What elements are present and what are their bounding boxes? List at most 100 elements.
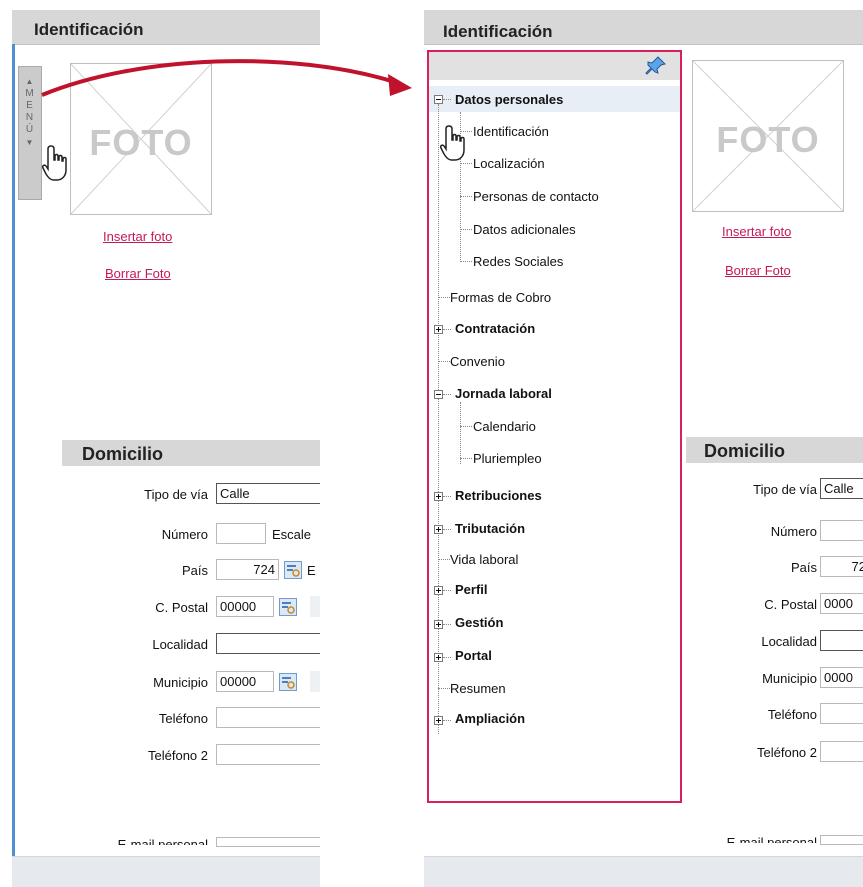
email-label: E-mail personal (117, 837, 208, 845)
tree-connector (460, 426, 472, 427)
numero-input[interactable] (820, 520, 863, 541)
tree-item-identificacion[interactable]: Identificación (473, 124, 549, 139)
expand-icon[interactable] (434, 586, 443, 595)
pin-icon[interactable] (644, 56, 666, 76)
tree-connector (443, 394, 451, 395)
pais-label: País (181, 563, 208, 578)
numero-label: Número (161, 527, 208, 542)
pais-input[interactable]: 72 (820, 556, 863, 577)
telefono2-label: Teléfono 2 (757, 745, 817, 760)
pais-label: País (790, 560, 817, 575)
tree-item-ampliacion[interactable]: Ampliación (455, 711, 525, 726)
tree-item-pluriempleo[interactable]: Pluriempleo (473, 451, 542, 466)
email-input[interactable] (820, 835, 863, 845)
tree-item-contratacion[interactable]: Contratación (455, 321, 535, 336)
tree-item-portal[interactable]: Portal (455, 648, 492, 663)
municipio-description (310, 671, 320, 692)
cpostal-input[interactable]: 0000 (820, 593, 863, 614)
pais-description: E (307, 563, 316, 578)
municipio-label: Municipio (153, 675, 208, 690)
tipo-via-label: Tipo de vía (144, 487, 208, 502)
left-accent-line (12, 44, 15, 887)
localidad-label: Localidad (152, 637, 208, 652)
right-photo-placeholder: FOTO (692, 60, 844, 212)
expand-icon[interactable] (434, 525, 443, 534)
tree-item-convenio[interactable]: Convenio (450, 354, 505, 369)
tipo-via-input[interactable]: Calle (216, 483, 320, 504)
tree-connector (443, 529, 451, 530)
tree-item-datos-personales[interactable]: Datos personales (455, 92, 563, 107)
tree-item-redes-sociales[interactable]: Redes Sociales (473, 254, 563, 269)
right-header-title: Identificación (443, 22, 553, 41)
lookup-icon[interactable] (279, 673, 297, 691)
tree-item-formas-cobro[interactable]: Formas de Cobro (450, 290, 551, 305)
tree-item-gestion[interactable]: Gestión (455, 615, 503, 630)
telefono2-label: Teléfono 2 (148, 748, 208, 763)
tipo-via-input[interactable]: Calle (820, 478, 863, 499)
tree-connector (460, 458, 472, 459)
lookup-icon[interactable] (279, 598, 297, 616)
tree-connector (460, 261, 472, 262)
pais-input[interactable]: 724 (216, 559, 279, 580)
hand-pointer-icon (42, 145, 67, 181)
tree-item-vida-laboral[interactable]: Vida laboral (450, 552, 518, 567)
telefono-label: Teléfono (767, 707, 817, 722)
telefono-label: Teléfono (158, 711, 208, 726)
telefono-input[interactable] (820, 703, 863, 724)
email-input[interactable] (216, 837, 320, 847)
telefono2-input[interactable] (216, 744, 320, 765)
tree-item-localizacion[interactable]: Localización (473, 156, 545, 171)
collapse-icon[interactable] (434, 390, 443, 399)
municipio-input[interactable]: 0000 (820, 667, 863, 688)
cpostal-input[interactable]: 00000 (216, 596, 274, 617)
expand-icon[interactable] (434, 492, 443, 501)
tree-item-calendario[interactable]: Calendario (473, 419, 536, 434)
tree-connector (438, 688, 450, 689)
numero-input[interactable] (216, 523, 266, 544)
tree-item-datos-adicionales[interactable]: Datos adicionales (473, 222, 576, 237)
tree-connector (443, 624, 451, 625)
tree-connector (443, 99, 451, 100)
hand-pointer-icon (440, 125, 465, 161)
tree-connector (438, 104, 439, 734)
tree-connector (438, 559, 450, 560)
tree-connector (443, 657, 451, 658)
expand-icon[interactable] (434, 653, 443, 662)
insert-photo-link[interactable]: Insertar foto (103, 229, 172, 244)
left-domicilio-header: Domicilio (62, 440, 320, 466)
tree-item-personas-contacto[interactable]: Personas de contacto (473, 189, 599, 204)
expand-icon[interactable] (434, 620, 443, 629)
localidad-input[interactable] (216, 633, 320, 654)
tree-connector (460, 196, 472, 197)
left-bottom-bar (12, 856, 320, 887)
tree-item-retribuciones[interactable]: Retribuciones (455, 488, 542, 503)
tree-connector (438, 297, 450, 298)
expand-icon[interactable] (434, 716, 443, 725)
right-bottom-bar (424, 856, 863, 887)
tree-connector (438, 361, 450, 362)
municipio-input[interactable]: 00000 (216, 671, 274, 692)
delete-photo-link[interactable]: Borrar Foto (105, 266, 171, 281)
tree-item-resumen[interactable]: Resumen (450, 681, 506, 696)
tree-item-tributacion[interactable]: Tributación (455, 521, 525, 536)
insert-photo-link[interactable]: Insertar foto (722, 224, 791, 239)
arrow-down-icon: ▼ (25, 138, 35, 147)
lookup-icon[interactable] (284, 561, 302, 579)
collapse-icon[interactable] (434, 95, 443, 104)
tree-connector (443, 496, 451, 497)
tree-item-jornada-laboral[interactable]: Jornada laboral (455, 386, 552, 401)
localidad-input[interactable] (820, 630, 863, 651)
cpostal-label: C. Postal (155, 600, 208, 615)
localidad-label: Localidad (761, 634, 817, 649)
tree-connector (460, 402, 461, 464)
cpostal-label: C. Postal (764, 597, 817, 612)
numero-label: Número (770, 524, 817, 539)
email-label: E-mail personal (726, 835, 817, 843)
municipio-label: Municipio (762, 671, 817, 686)
expand-icon[interactable] (434, 325, 443, 334)
delete-photo-link[interactable]: Borrar Foto (725, 263, 791, 278)
telefono-input[interactable] (216, 707, 320, 728)
tree-pin-bar (429, 52, 680, 80)
telefono2-input[interactable] (820, 741, 863, 762)
tree-item-perfil[interactable]: Perfil (455, 582, 488, 597)
